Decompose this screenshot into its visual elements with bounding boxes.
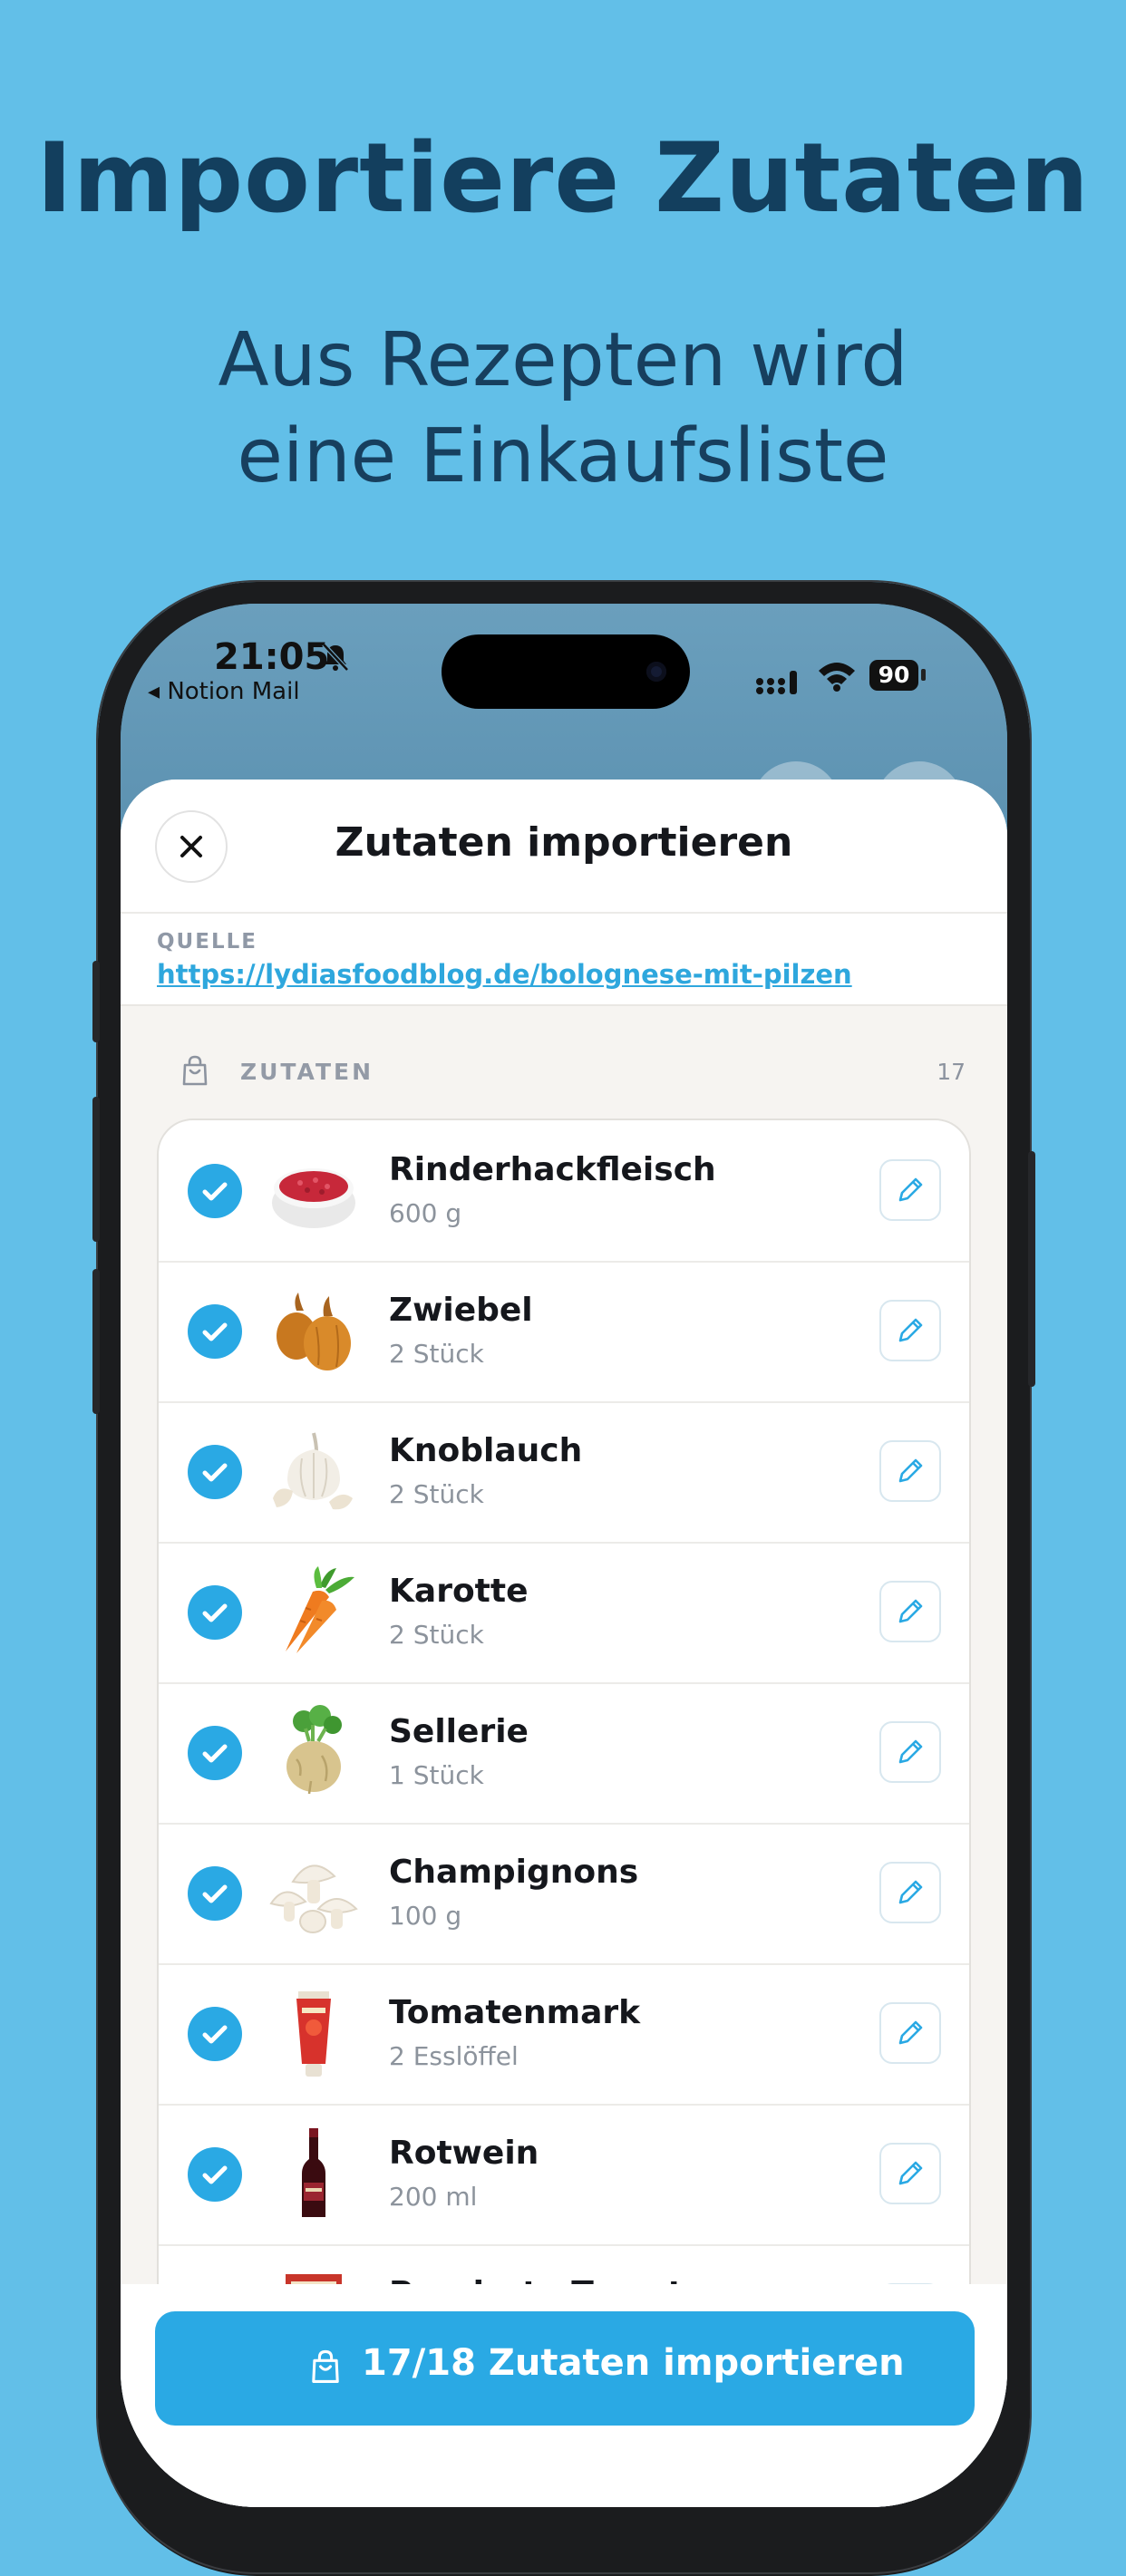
checkmark-icon [202, 1884, 228, 1903]
edit-button[interactable] [879, 1300, 941, 1361]
tomato-paste-icon [296, 1991, 331, 2077]
status-time: 21:05 [214, 636, 330, 678]
pencil-icon [898, 1318, 923, 1342]
edit-button[interactable] [879, 1159, 941, 1221]
item-quantity: 2 Stück [389, 1479, 484, 1509]
checkbox[interactable] [188, 1866, 242, 1921]
import-sheet: Zutaten importieren QUELLE https://lydia… [121, 780, 1007, 2507]
cellular-signal-icon [756, 671, 797, 694]
shopping-bag-icon [182, 1055, 208, 1086]
list-item[interactable]: Tomatenmark 2 Esslöffel [159, 1963, 969, 2106]
checkmark-icon [202, 1182, 228, 1201]
promo-subline-line-2: eine Einkaufsliste [237, 413, 889, 499]
list-item[interactable]: Karotte 2 Stück [159, 1542, 969, 1684]
edit-button[interactable] [879, 1440, 941, 1502]
shopping-bag-icon [312, 2349, 339, 2383]
pencil-icon [898, 2020, 923, 2045]
item-quantity: 100 g [389, 1901, 462, 1931]
sheet-header: Zutaten importieren [121, 780, 1007, 914]
item-quantity: 600 g [389, 1198, 462, 1228]
item-quantity: 2 Stück [389, 1339, 484, 1369]
item-name: Rotwein [389, 2135, 539, 2172]
edit-button[interactable] [879, 1862, 941, 1923]
list-item[interactable]: Rinderhackfleisch 600 g [159, 1120, 969, 1263]
pencil-icon [898, 1739, 923, 1764]
minced-meat-icon [272, 1168, 355, 1228]
wifi-icon [819, 663, 855, 692]
battery-level: 90 [869, 660, 918, 691]
import-ingredients-button[interactable]: 17/18 Zutaten importieren [155, 2311, 975, 2426]
item-name: Zwiebel [389, 1292, 533, 1329]
onion-icon [277, 1293, 351, 1370]
pencil-icon [898, 1177, 923, 1202]
source-section: QUELLE https://lydiasfoodblog.de/bologne… [121, 914, 1007, 1006]
checkmark-icon [202, 1603, 228, 1622]
camera-dot [646, 662, 666, 682]
item-name: Rinderhackfleisch [389, 1151, 716, 1188]
promo-subline-line-1: Aus Rezepten wird [218, 317, 908, 403]
promo-subline: Aus Rezepten wird eine Einkaufsliste [0, 313, 1126, 505]
item-name: Knoblauch [389, 1432, 583, 1469]
item-name: Tomatenmark [389, 1994, 641, 2031]
item-quantity: 1 Stück [389, 1760, 484, 1790]
checkbox[interactable] [188, 1445, 242, 1499]
battery-tip [921, 669, 926, 681]
mushroom-icon [269, 1864, 358, 1933]
source-label: QUELLE [157, 930, 257, 954]
import-button-label: 17/18 Zutaten importieren [362, 2342, 905, 2384]
ingredients-count: 17 [937, 1059, 966, 1085]
item-quantity: 200 ml [389, 2182, 478, 2212]
phone-side-button [1028, 1151, 1035, 1387]
edit-button[interactable] [879, 1581, 941, 1642]
item-quantity: 2 Stück [389, 1620, 484, 1650]
ingredients-label: ZUTATEN [240, 1059, 374, 1085]
item-name: Sellerie [389, 1713, 529, 1750]
back-to-app-link[interactable]: ◂ Notion Mail [148, 678, 300, 705]
checkbox[interactable] [188, 1585, 242, 1640]
list-item[interactable]: Rotwein 200 ml [159, 2104, 969, 2246]
checkbox[interactable] [188, 1304, 242, 1359]
list-item[interactable]: Zwiebel 2 Stück [159, 1261, 969, 1403]
phone-side-button [92, 961, 100, 1042]
pencil-icon [898, 1880, 923, 1904]
edit-button[interactable] [879, 2143, 941, 2204]
checkbox[interactable] [188, 1164, 242, 1218]
checkmark-icon [202, 1463, 228, 1482]
checkmark-icon [202, 1322, 228, 1341]
garlic-icon [273, 1432, 353, 1510]
checkmark-icon [202, 2025, 228, 2044]
edit-button[interactable] [879, 2002, 941, 2064]
list-item[interactable]: Sellerie 1 Stück [159, 1682, 969, 1825]
pencil-icon [898, 1599, 923, 1623]
checkmark-icon [202, 2165, 228, 2184]
dynamic-island [442, 634, 690, 709]
list-item[interactable]: Knoblauch 2 Stück [159, 1401, 969, 1544]
source-link[interactable]: https://lydiasfoodblog.de/bolognese-mit-… [157, 959, 852, 990]
item-quantity: 2 Esslöffel [389, 2041, 519, 2071]
phone-side-button [92, 1269, 100, 1414]
checkmark-icon [202, 1744, 228, 1763]
checkbox[interactable] [188, 2007, 242, 2061]
phone-side-button [92, 1097, 100, 1242]
wine-bottle-icon [302, 2128, 325, 2217]
sheet-title: Zutaten importieren [335, 819, 793, 866]
bell-slash-icon [322, 643, 349, 672]
bottom-action-bar: 17/18 Zutaten importieren [121, 2284, 1007, 2507]
list-item[interactable]: Champignons 100 g [159, 1823, 969, 1965]
pencil-icon [898, 1458, 923, 1483]
carrot-icon [286, 1566, 354, 1653]
phone-screen: 21:05 ◂ Notion Mail 90 Zutaten importier… [121, 604, 1007, 2507]
pencil-icon [898, 2161, 923, 2185]
item-name: Champignons [389, 1854, 639, 1891]
checkbox[interactable] [188, 1726, 242, 1780]
promo-headline: Importiere Zutaten [36, 122, 1090, 234]
item-name: Karotte [389, 1573, 529, 1610]
edit-button[interactable] [879, 1721, 941, 1783]
ingredients-header: ZUTATEN 17 [121, 1051, 1007, 1106]
checkbox[interactable] [188, 2147, 242, 2202]
celery-root-icon [286, 1705, 342, 1795]
